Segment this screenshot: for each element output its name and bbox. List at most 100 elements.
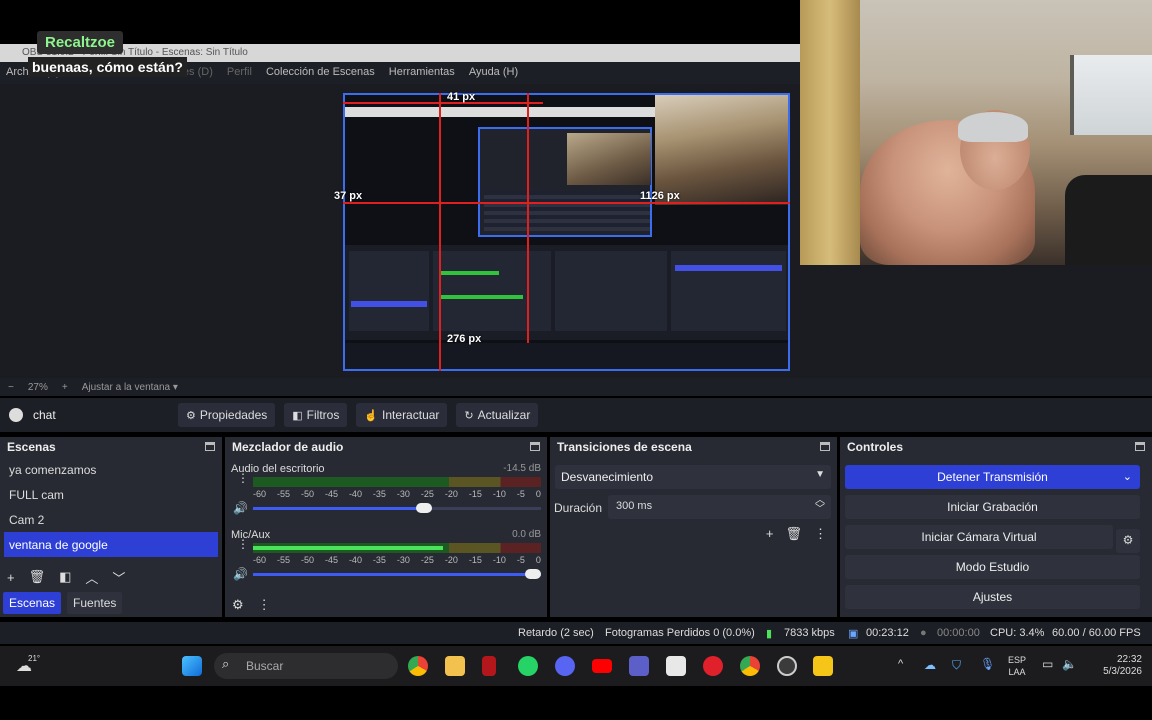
duration-input[interactable]: 300 ms ︿ ﹀ [608,495,831,519]
chrome-profile-icon[interactable] [740,656,760,676]
menu-help[interactable]: Ayuda (H) [469,66,518,80]
speaker-icon[interactable]: 🔊 [233,501,248,515]
chevron-up-icon[interactable]: ^ [898,658,903,670]
volume-slider[interactable] [253,569,541,579]
undock-icon[interactable] [205,442,215,451]
input-language[interactable]: ESP LAA [1008,654,1026,678]
clock[interactable]: 22:32 5/3/2026 [1090,654,1142,678]
guide-vertical-right [527,93,529,343]
bitrate: 7833 kbps [784,627,835,639]
chevron-down-icon: ▾ [172,381,178,393]
chevron-down-icon[interactable]: ⌄ [1123,470,1132,483]
source-name: chat [33,408,56,422]
channel-name: Mic/Aux [231,529,271,541]
trash-icon[interactable]: 🗑 [29,569,46,585]
taskbar-search[interactable]: Buscar [214,653,398,679]
app-icon[interactable] [813,656,833,676]
virtual-camera-button[interactable]: Iniciar Cámara Virtual [845,525,1113,549]
start-recording-button[interactable]: Iniciar Grabación [845,495,1140,519]
start-icon[interactable] [182,656,202,676]
filters-button[interactable]: ◧ Filtros [284,403,348,427]
trash-icon[interactable]: 🗑 [785,526,802,542]
tab-scenes[interactable]: Escenas [3,592,62,614]
network-icon[interactable]: ▭ [1042,657,1053,671]
discord-icon[interactable] [555,656,575,676]
meter-tick: -60 [253,489,267,499]
menu-scene-collection[interactable]: Colección de Escenas [266,66,375,80]
volume-icon[interactable]: 🔈 [1062,657,1077,671]
teams-icon[interactable] [629,656,649,676]
folder-icon[interactable] [445,656,465,676]
capcut-icon[interactable] [666,656,686,676]
nested-webcam [567,133,651,185]
meter-tick: -20 [444,555,458,565]
transitions-toolbar: + 🗑 ⋮ [766,526,827,542]
interact-button[interactable]: ☝ Interactuar [356,403,448,427]
scene-item[interactable]: FULL cam [0,482,222,507]
guide-label-bottom: 276 px [447,333,482,345]
mixer-title: Mezclador de audio [232,440,344,454]
nested-docks [484,191,650,231]
chrome-icon[interactable] [408,656,428,676]
transition-select[interactable]: Desvanecimiento ▼ [555,465,831,489]
undock-icon[interactable] [1135,442,1145,451]
nested-obs-docks [345,245,788,340]
media-player-icon[interactable] [703,656,723,676]
nested-title-bar [345,107,655,117]
meter-tick: -30 [396,489,410,499]
settings-button[interactable]: Ajustes [845,585,1140,609]
transition-selected: Desvanecimiento [561,470,654,484]
controls-dock: Controles Detener Transmisión ⌄ Iniciar … [840,437,1152,617]
whatsapp-icon[interactable] [518,656,538,676]
advanced-audio-icon[interactable]: ⚙ [232,597,244,613]
selected-source-preview[interactable] [343,93,790,371]
zoom-out-button[interactable]: − [8,382,14,393]
more-icon[interactable]: ⋮ [814,526,827,542]
zoom-fit-select[interactable]: Ajustar a la ventana ▾ [82,382,178,393]
nested-transitions-panel [555,251,667,331]
scene-item-selected[interactable]: ventana de google [4,532,218,557]
mixer-menu-icon[interactable]: ⋮ [258,597,271,613]
volume-knob[interactable] [415,503,432,513]
menu-tools[interactable]: Herramientas [389,66,455,80]
stop-stream-button[interactable]: Detener Transmisión ⌄ [845,465,1140,489]
obs-icon[interactable] [777,656,797,676]
zoom-in-button[interactable]: + [62,382,68,393]
meter-tick: -25 [420,489,434,499]
speaker-icon[interactable]: 🔊 [233,567,248,581]
volume-slider[interactable] [253,503,541,513]
mixer-channel-mic: Mic/Aux 0.0 dB ⋮ -60 -55 -50 -45 -40 -35 -30 -2… [231,529,541,589]
menu-profile[interactable]: Perfil [227,66,252,80]
add-icon[interactable]: + [7,570,15,585]
properties-button[interactable]: ⚙ Propiedades [178,403,276,427]
studio-mode-button[interactable]: Modo Estudio [845,555,1140,579]
gear-icon: ⚙ [186,410,196,422]
shield-icon[interactable]: ⛉ [952,658,961,673]
channel-menu-icon[interactable]: ⋮ [237,538,249,550]
scene-item[interactable]: ya comenzamos [0,457,222,482]
volume-fill [253,507,432,510]
nested-taskbar [345,343,788,369]
netflix-icon[interactable] [482,656,496,676]
scene-item[interactable]: Cam 2 [0,507,222,532]
meter-tick: 0 [535,555,541,565]
cloud-icon[interactable]: ☁ [924,658,936,672]
youtube-icon[interactable] [592,659,612,673]
tab-sources[interactable]: Fuentes [67,592,123,614]
scene-filters-icon[interactable]: ◧ [59,569,71,585]
microphone-icon[interactable]: 🎙 [980,657,995,671]
volume-fill [253,573,541,576]
move-up-icon[interactable]: ︿ [85,568,98,587]
undock-icon[interactable] [530,442,540,451]
refresh-button[interactable]: ↻ Actualizar [456,403,539,427]
filter-icon: ◧ [292,410,303,422]
volume-knob[interactable] [525,569,541,579]
channel-menu-icon[interactable]: ⋮ [237,472,249,484]
signal-icon: ▮ [766,628,773,640]
gear-icon[interactable]: ⚙ [1116,529,1140,553]
meter-tick: -45 [324,489,338,499]
add-icon[interactable]: + [766,526,774,542]
spin-arrows-icon[interactable]: ︿ ﹀ [815,496,825,515]
undock-icon[interactable] [820,442,830,451]
move-down-icon[interactable]: ﹀ [112,568,125,587]
